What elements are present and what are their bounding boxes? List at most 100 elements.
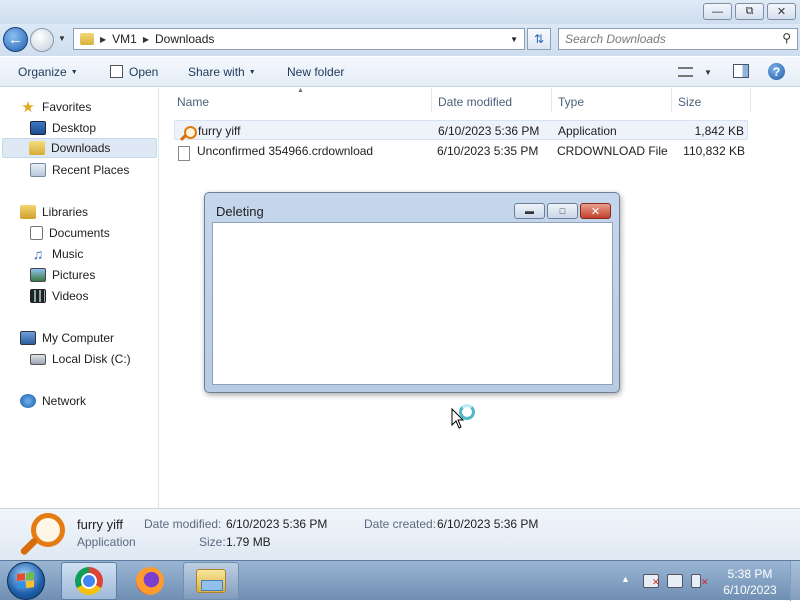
nav-label: Downloads [51, 141, 111, 155]
column-header-date-modified[interactable]: Date modified [438, 95, 512, 109]
nav-videos[interactable]: Videos [28, 286, 88, 306]
nav-my-computer[interactable]: My Computer [18, 328, 114, 348]
refresh-icon: ⇅ [533, 32, 545, 46]
new-folder-button[interactable]: New folder [287, 65, 344, 79]
refresh-button[interactable]: ⇅ [527, 28, 551, 50]
show-desktop-button[interactable] [790, 561, 800, 601]
nav-network[interactable]: Network [18, 391, 86, 411]
volume-muted-icon: ✕ [701, 577, 709, 587]
dialog-title: Deleting [216, 204, 264, 219]
breadcrumb-separator-icon[interactable]: ▶ [143, 35, 149, 44]
breadcrumb-downloads[interactable]: Downloads [155, 32, 214, 46]
back-button[interactable]: ← [3, 27, 28, 52]
command-bar: Organize ▼ Open Share with ▼ New folder ▼ … [0, 57, 800, 87]
nav-libraries[interactable]: Libraries [18, 202, 88, 222]
taskbar-chrome[interactable] [61, 562, 117, 600]
view-options-dropdown[interactable]: ▼ [704, 68, 712, 77]
file-size: 1,842 KB [694, 124, 744, 138]
search-icon[interactable]: ⚲ [782, 31, 791, 45]
network-tray-icon[interactable] [667, 574, 683, 588]
dialog-close-button[interactable]: ✕ [580, 203, 611, 219]
forward-button[interactable] [30, 28, 54, 52]
taskbar-firefox[interactable] [122, 562, 178, 600]
documents-icon [30, 226, 43, 240]
breadcrumb-vm1[interactable]: VM1 [112, 32, 137, 46]
deleting-dialog[interactable]: Deleting ▬ □ ✕ [204, 192, 620, 393]
file-name: furry yiff [198, 124, 241, 138]
system-clock[interactable]: 5:38 PM 6/10/2023 [712, 566, 788, 598]
nav-desktop[interactable]: Desktop [28, 118, 96, 138]
file-name: Unconfirmed 354966.crdownload [197, 144, 374, 158]
file-row[interactable]: Unconfirmed 354966.crdownload 6/10/2023 … [174, 141, 748, 161]
address-dropdown-icon[interactable]: ▼ [510, 35, 518, 44]
column-header-type[interactable]: Type [558, 95, 584, 109]
videos-icon [30, 289, 46, 303]
nav-label: Libraries [42, 205, 89, 219]
minimize-icon: ▬ [525, 206, 534, 216]
dialog-minimize-button[interactable]: ▬ [514, 203, 545, 219]
file-type: Application [558, 124, 617, 138]
back-arrow-icon: ← [8, 31, 23, 48]
recent-pages-dropdown[interactable]: ▼ [58, 34, 66, 43]
nav-label: Documents [49, 226, 110, 240]
dialog-maximize-button[interactable]: □ [547, 203, 578, 219]
nav-downloads[interactable]: Downloads [2, 138, 157, 158]
address-box[interactable]: ▶ VM1 ▶ Downloads ▼ [73, 28, 525, 50]
breadcrumb-separator-icon[interactable]: ▶ [100, 35, 106, 44]
nav-label: Network [42, 394, 87, 408]
pictures-icon [30, 268, 46, 282]
chevron-down-icon: ▼ [70, 69, 78, 76]
close-button[interactable]: ✕ [767, 3, 796, 20]
minimize-button[interactable]: — [703, 3, 732, 20]
details-file-kind: Application [77, 535, 136, 549]
file-date: 6/10/2023 5:35 PM [437, 144, 539, 158]
column-divider[interactable] [431, 88, 432, 112]
nav-pictures[interactable]: Pictures [28, 265, 95, 285]
help-icon[interactable]: ? [768, 63, 785, 80]
nav-local-disk[interactable]: Local Disk (C:) [28, 349, 131, 369]
nav-recent-places[interactable]: Recent Places [28, 160, 129, 180]
taskbar: ▲ ✕ ✕ 5:38 PM 6/10/2023 [0, 560, 800, 601]
start-button[interactable] [7, 562, 45, 600]
open-label: Open [129, 65, 159, 79]
share-with-button[interactable]: Share with ▼ [188, 65, 256, 79]
volume-icon[interactable] [691, 574, 701, 588]
nav-documents[interactable]: Documents [28, 223, 110, 243]
organize-button[interactable]: Organize ▼ [18, 65, 78, 79]
chrome-icon [75, 567, 103, 595]
firefox-icon [136, 567, 164, 595]
nav-music[interactable]: ♫ Music [28, 244, 84, 264]
details-file-name: furry yiff [77, 517, 123, 532]
column-divider[interactable] [750, 88, 751, 112]
network-icon [20, 394, 36, 408]
application-magnifier-icon [19, 513, 65, 557]
show-hidden-icons-icon[interactable]: ▲ [621, 574, 630, 584]
file-row[interactable]: furry yiff 6/10/2023 5:36 PM Application… [174, 120, 748, 140]
file-size: 110,832 KB [683, 144, 745, 158]
file-date: 6/10/2023 5:36 PM [438, 124, 540, 138]
nav-label: Recent Places [52, 163, 130, 177]
preview-pane-icon[interactable] [733, 64, 749, 78]
taskbar-explorer[interactable] [183, 562, 239, 600]
change-view-icon[interactable] [678, 67, 693, 77]
clock-time: 5:38 PM [727, 567, 773, 581]
dialog-caption-buttons: ▬ □ ✕ [514, 203, 611, 219]
nav-label: My Computer [42, 331, 115, 345]
open-button[interactable]: Open [110, 65, 158, 79]
nav-label: Videos [52, 289, 89, 303]
close-icon: ✕ [590, 205, 601, 218]
restore-button[interactable]: ⧉ [735, 3, 764, 20]
search-placeholder: Search Downloads [565, 32, 666, 46]
share-with-label: Share with [188, 65, 245, 79]
minimize-icon: — [712, 5, 723, 18]
column-divider[interactable] [671, 88, 672, 112]
column-divider[interactable] [551, 88, 552, 112]
column-header-size[interactable]: Size [678, 95, 701, 109]
address-bar-row: ← ▼ ▶ VM1 ▶ Downloads ▼ ⇅ Search Downloa… [0, 24, 800, 56]
details-date-created: 6/10/2023 5:36 PM [437, 517, 539, 531]
nav-label: Pictures [52, 268, 96, 282]
search-input[interactable]: Search Downloads ⚲ [558, 28, 798, 50]
recent-places-icon [30, 163, 46, 177]
column-header-name[interactable]: Name [177, 95, 209, 109]
nav-favorites[interactable]: ★ Favorites [18, 97, 91, 117]
